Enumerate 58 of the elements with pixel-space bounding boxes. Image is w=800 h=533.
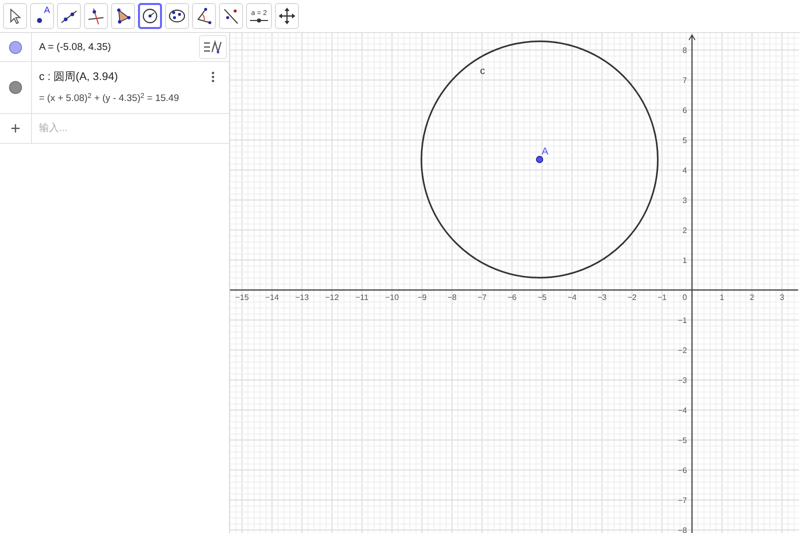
axis-tick-label: −7: [678, 496, 687, 505]
axis-tick-label: −11: [356, 293, 368, 302]
axis-tick-label: −8: [678, 526, 687, 533]
axis-tick-label: −9: [417, 293, 427, 302]
axis-tick-label: −2: [627, 293, 637, 302]
point-label: A: [542, 146, 548, 158]
axis-tick-label: 0: [682, 293, 687, 302]
axis-tick-label: 1: [682, 256, 687, 265]
axis-tick-label: −14: [265, 293, 279, 302]
axis-tick-label: −12: [325, 293, 339, 302]
axis-tick-label: −3: [678, 376, 687, 385]
circle-label: c: [480, 66, 485, 77]
circle-icon: [140, 6, 160, 26]
axis-tick-label: 3: [780, 293, 784, 302]
perpendicular-line-icon: [86, 6, 106, 26]
axis-tick-label: −6: [507, 293, 517, 302]
axis-tick-label: −1: [678, 316, 687, 325]
input-field[interactable]: 输入...: [39, 121, 219, 136]
axis-tick-label: −3: [597, 293, 607, 302]
axis-tick-label: −5: [678, 436, 687, 445]
axis-tick-label: 4: [682, 166, 687, 175]
axis-tick-label: 2: [682, 226, 687, 235]
axis-tick-label: −4: [678, 406, 687, 415]
axis-tick-label: 2: [750, 293, 754, 302]
axis-tick-label: 8: [682, 46, 687, 55]
point[interactable]: [536, 156, 544, 164]
axis-tick-label: −6: [678, 466, 687, 475]
four-arrows-icon: [277, 6, 297, 26]
axis-tick-label: −8: [447, 293, 457, 302]
algebra-definition[interactable]: c : 圆周(A, 3.94): [39, 68, 229, 86]
tool-button[interactable]: [138, 3, 162, 29]
add-icon[interactable]: +: [10, 120, 20, 137]
point-icon: [36, 18, 42, 22]
axis-tick-label: −13: [295, 293, 309, 302]
circle[interactable]: [420, 40, 659, 278]
point-name-label: A: [44, 6, 50, 15]
algebra-definition[interactable]: A = (-5.08, 4.35): [39, 40, 229, 54]
visibility-toggle[interactable]: [9, 40, 22, 54]
algebra-style-button[interactable]: [199, 35, 227, 59]
axis-tick-label: −10: [385, 293, 399, 302]
axis-tick-label: 3: [682, 196, 687, 205]
axis-tick-label: 1: [720, 293, 724, 302]
axis-tick-label: −2: [678, 346, 687, 355]
slider-icon: [250, 18, 268, 22]
axis-tick-label: −15: [235, 293, 249, 302]
algebra-value: = (x + 5.08)$^{2}$ + (y - 4.35)$^{2}$ = 15.49: [39, 92, 180, 106]
axis-tick-label: −5: [537, 293, 547, 302]
more-options-icon[interactable]: [211, 71, 215, 83]
visibility-toggle[interactable]: [9, 81, 22, 94]
axis-tick-label: −4: [567, 293, 577, 302]
algebra-graph-icon: [203, 40, 223, 54]
axis-tick-label: −7: [477, 293, 487, 302]
tool-button[interactable]: A: [30, 3, 54, 29]
line-point-icon: [221, 6, 241, 26]
axis-tick-label: 6: [682, 106, 687, 115]
axis-tick-label: 7: [682, 76, 687, 85]
axis-tick-label: 5: [682, 136, 687, 145]
axis-tick-label: −1: [657, 293, 667, 302]
